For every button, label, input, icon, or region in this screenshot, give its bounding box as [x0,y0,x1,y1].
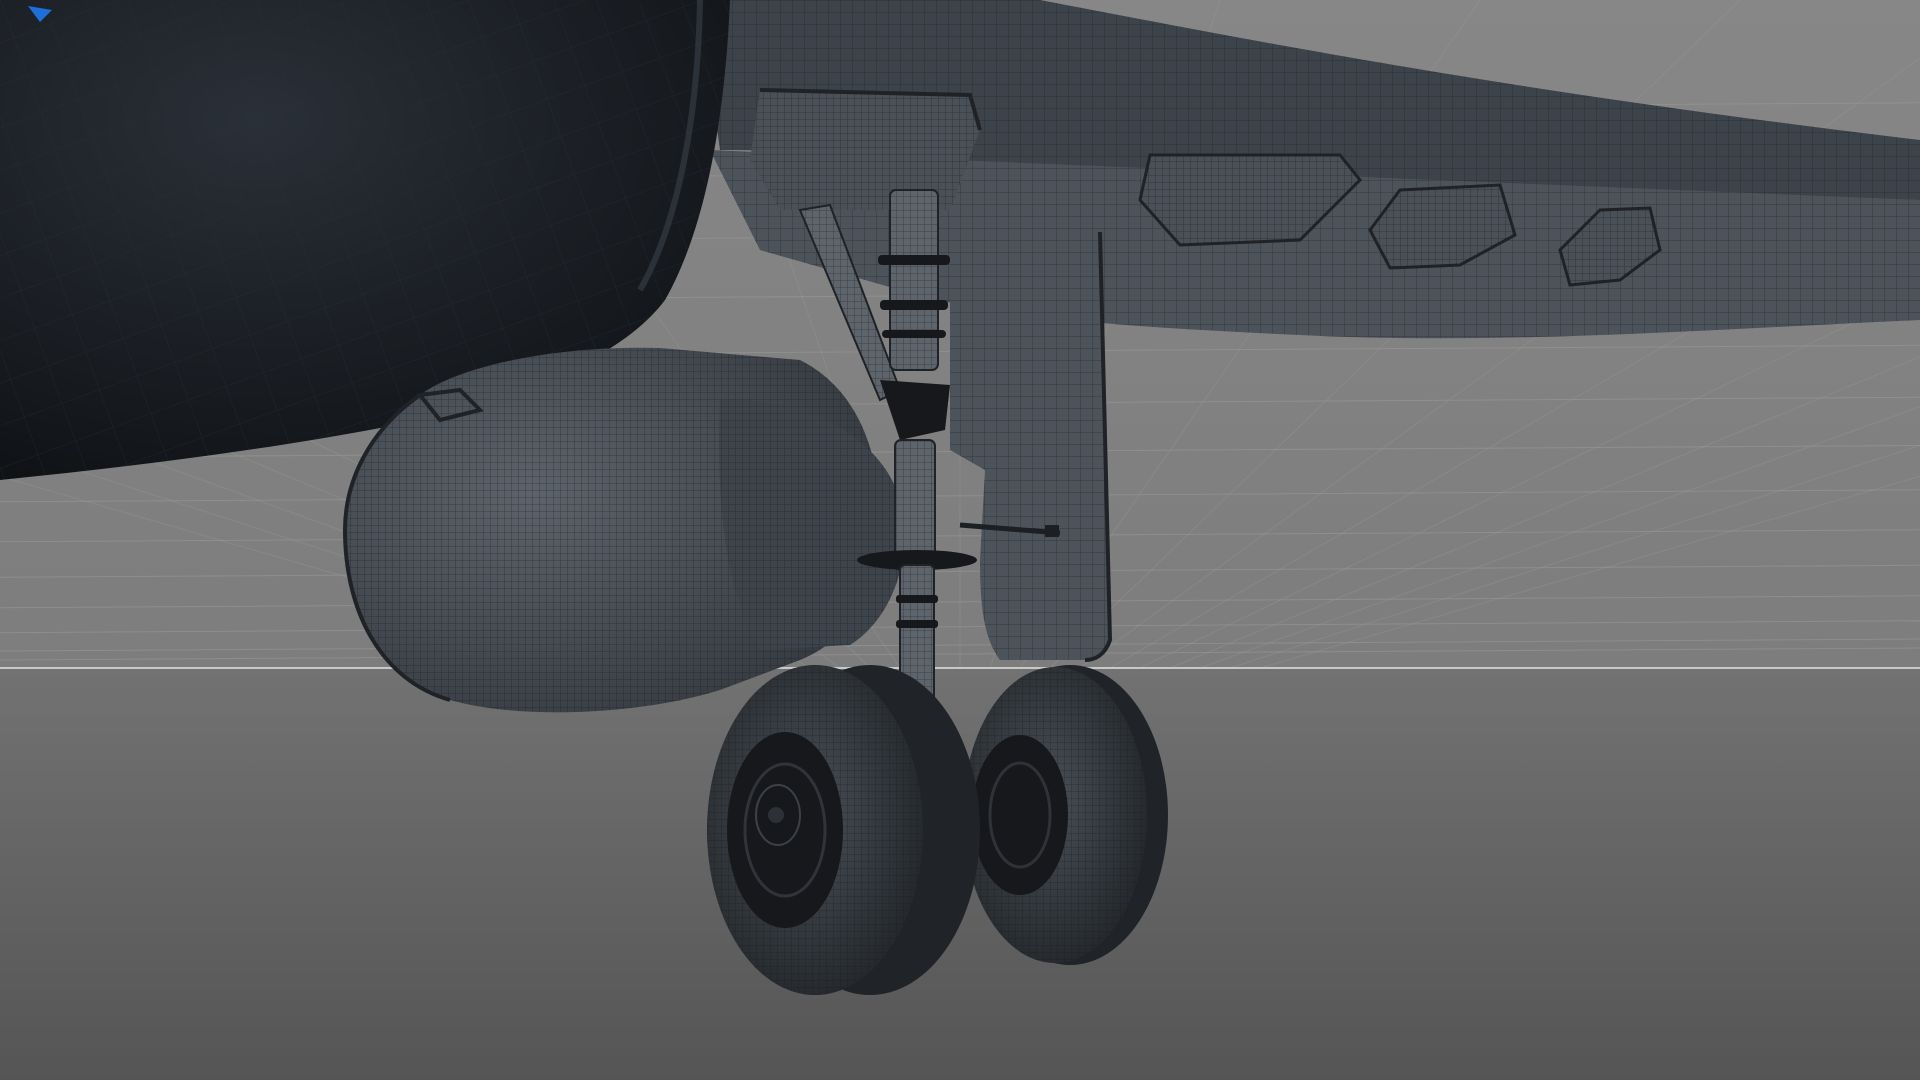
strut-collar [882,330,946,338]
engine-pylon [750,88,982,210]
3d-viewport[interactable] [0,0,1920,1080]
strut-collar [880,300,948,310]
gear-door-rod-end [1045,525,1059,537]
wheel-rear [963,665,1168,965]
wheel-front [707,665,980,995]
strut-collar [878,255,950,265]
viewport-scene[interactable] [0,0,1920,1080]
strut-ring [896,595,938,603]
strut-ring [896,620,938,628]
strut-upper-wireframe [890,190,938,370]
main-gear-wheels[interactable] [707,665,1168,995]
